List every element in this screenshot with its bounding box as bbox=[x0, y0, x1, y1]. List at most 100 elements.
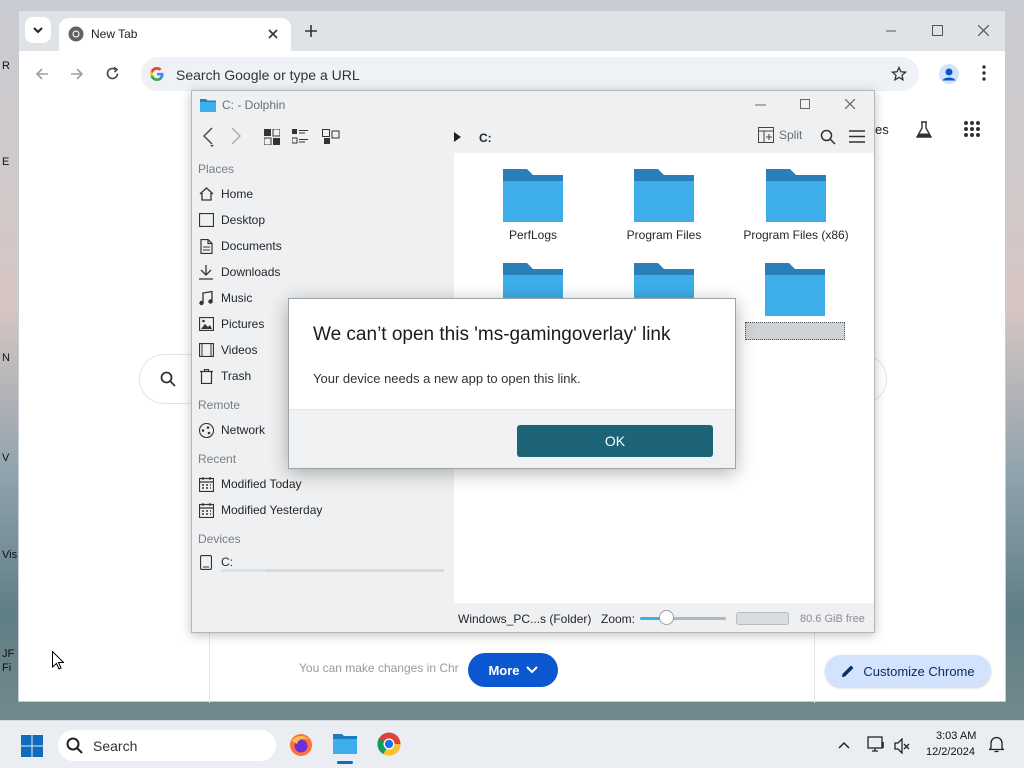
ntp-hint-text: You can make changes in Chr bbox=[299, 661, 459, 675]
network-status-icon[interactable] bbox=[867, 736, 887, 754]
avatar-icon bbox=[939, 64, 959, 84]
sidebar-item-desktop[interactable]: Desktop bbox=[198, 209, 448, 231]
zoom-label: Zoom: bbox=[601, 612, 636, 626]
labs-flask-icon[interactable] bbox=[915, 121, 933, 139]
desktop-label: JF bbox=[2, 648, 15, 660]
music-note-icon bbox=[199, 290, 213, 305]
folder-label: Program Files (x86) bbox=[743, 228, 849, 242]
desktop-icon bbox=[198, 213, 214, 227]
icons-view-icon[interactable] bbox=[264, 129, 280, 145]
notification-bell-icon[interactable] bbox=[989, 736, 1004, 753]
file-explorer-icon[interactable] bbox=[333, 732, 357, 754]
folder-icon bbox=[634, 169, 694, 222]
folder-item[interactable]: Program Files bbox=[609, 169, 719, 242]
apps-grid-icon[interactable] bbox=[964, 121, 980, 137]
folder-item[interactable]: PerfLogs bbox=[478, 169, 588, 242]
drive-usage-bar bbox=[221, 569, 444, 572]
dialog-title: We can’t open this 'ms-gamingoverlay' li… bbox=[313, 324, 671, 345]
taskbar: Search 3:03 AM 12/2/2024 bbox=[0, 720, 1024, 768]
split-button[interactable]: Split bbox=[758, 127, 802, 143]
new-tab-icon[interactable] bbox=[305, 25, 317, 37]
forward-arrow-icon[interactable] bbox=[230, 127, 242, 145]
taskbar-search[interactable]: Search bbox=[58, 730, 276, 761]
download-icon bbox=[199, 264, 213, 280]
forward-arrow-icon[interactable] bbox=[70, 67, 84, 81]
sidebar-item-label: Modified Today bbox=[221, 477, 302, 491]
minimize-icon[interactable] bbox=[755, 104, 766, 106]
dolphin-titlebar: C: - Dolphin bbox=[192, 91, 874, 119]
details-view-icon[interactable] bbox=[292, 129, 308, 145]
close-window-icon[interactable] bbox=[978, 25, 989, 36]
breadcrumb-arrow-icon[interactable] bbox=[454, 132, 461, 142]
folder-label: PerfLogs bbox=[508, 228, 558, 242]
tab-search-button[interactable] bbox=[25, 17, 51, 43]
sidebar-item-label: Pictures bbox=[221, 317, 265, 331]
dialog-footer: OK bbox=[289, 409, 735, 468]
sidebar-item-label: Music bbox=[221, 291, 253, 305]
tab-new-tab[interactable]: New Tab bbox=[59, 18, 291, 51]
more-button-label: More bbox=[488, 662, 520, 678]
recent-heading: Recent bbox=[198, 452, 237, 466]
sidebar-item-label: Modified Yesterday bbox=[221, 503, 323, 517]
desktop-label: E bbox=[2, 156, 10, 168]
search-icon[interactable] bbox=[820, 129, 836, 145]
free-space-bar bbox=[736, 612, 789, 625]
reload-icon[interactable] bbox=[105, 66, 120, 81]
sidebar-item-documents[interactable]: Documents bbox=[198, 235, 448, 257]
windows-start-icon[interactable] bbox=[21, 735, 43, 757]
maximize-icon[interactable] bbox=[932, 25, 943, 36]
omnibox[interactable]: Search Google or type a URL bbox=[141, 57, 919, 91]
split-label: Split bbox=[779, 128, 803, 142]
ok-button[interactable]: OK bbox=[517, 425, 713, 457]
desktop-label: N bbox=[2, 352, 10, 364]
taskbar-date[interactable]: 12/2/2024 bbox=[926, 746, 975, 758]
more-button[interactable]: More bbox=[468, 653, 558, 687]
profile-button[interactable] bbox=[935, 60, 963, 88]
back-arrow-icon[interactable] bbox=[35, 67, 49, 81]
free-space-text: 80.6 GiB free bbox=[800, 613, 865, 625]
ntp-header-link[interactable]: es bbox=[875, 122, 889, 137]
sidebar-item-downloads[interactable]: Downloads bbox=[198, 261, 448, 283]
sidebar-item-home[interactable]: Home bbox=[198, 183, 448, 205]
close-window-icon[interactable] bbox=[845, 99, 855, 109]
sidebar-item-label: Documents bbox=[221, 239, 282, 253]
taskbar-time[interactable]: 3:03 AM bbox=[936, 730, 976, 742]
back-arrow-icon[interactable] bbox=[202, 127, 216, 147]
firefox-icon[interactable] bbox=[289, 733, 313, 757]
chrome-app-icon[interactable] bbox=[377, 732, 401, 756]
dolphin-statusbar: Windows_PC...s (Folder) Zoom: 80.6 GiB f… bbox=[192, 605, 874, 633]
kebab-menu-icon[interactable] bbox=[982, 65, 986, 81]
desktop-label: Vis bbox=[2, 549, 18, 561]
maximize-icon[interactable] bbox=[800, 99, 810, 109]
remote-heading: Remote bbox=[198, 398, 241, 412]
desktop-label: V bbox=[2, 452, 10, 464]
search-icon bbox=[66, 737, 83, 754]
folder-item-selected[interactable] bbox=[740, 263, 850, 340]
sidebar-item-modified-today[interactable]: Modified Today bbox=[198, 473, 448, 495]
customize-chrome-button[interactable]: Customize Chrome bbox=[825, 655, 991, 687]
taskbar-search-label: Search bbox=[93, 737, 138, 754]
star-icon[interactable] bbox=[891, 66, 907, 82]
sidebar-item-modified-yesterday[interactable]: Modified Yesterday bbox=[198, 499, 448, 521]
chevron-up-icon[interactable] bbox=[838, 741, 850, 749]
tab-title: New Tab bbox=[91, 27, 138, 41]
ntp-search-box[interactable] bbox=[139, 354, 199, 404]
active-app-indicator bbox=[337, 761, 353, 764]
folder-item[interactable]: Program Files (x86) bbox=[740, 169, 852, 242]
pencil-icon bbox=[842, 665, 854, 677]
breadcrumb-drive[interactable]: C: bbox=[479, 131, 492, 145]
zoom-slider-handle[interactable] bbox=[659, 610, 674, 625]
close-icon[interactable] bbox=[267, 28, 279, 40]
drive-icon bbox=[200, 554, 212, 570]
compact-view-icon[interactable] bbox=[322, 129, 340, 145]
hamburger-menu-icon[interactable] bbox=[849, 130, 865, 143]
sidebar-item-label: Home bbox=[221, 187, 254, 201]
volume-muted-icon[interactable] bbox=[894, 738, 910, 754]
sidebar-item-label: Network bbox=[221, 423, 266, 437]
minimize-icon[interactable] bbox=[886, 30, 896, 32]
dolphin-title: C: - Dolphin bbox=[222, 98, 286, 112]
chevron-down-icon bbox=[33, 27, 43, 34]
zoom-slider[interactable] bbox=[640, 617, 726, 620]
home-icon bbox=[199, 187, 213, 201]
error-dialog: We can’t open this 'ms-gamingoverlay' li… bbox=[288, 298, 736, 469]
